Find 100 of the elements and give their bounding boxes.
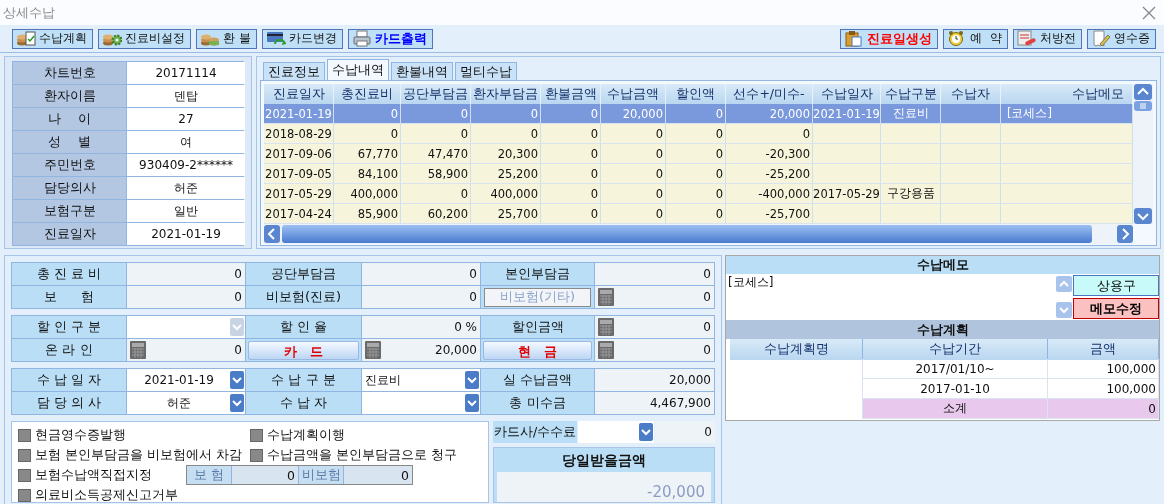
field-label: 수 납 자 <box>246 392 361 414</box>
dropdown[interactable] <box>578 421 654 443</box>
checkbox-label: 현금영수증발행 <box>35 426 126 444</box>
printer-icon <box>351 30 372 47</box>
table-row[interactable]: 2018-08-29 0 0 0 0 0 0 0 <box>264 124 1133 144</box>
payment-button[interactable]: 현 금 <box>483 340 592 360</box>
caret-icon <box>230 371 244 389</box>
field-label: 총 진 료 비 <box>12 263 126 285</box>
field-value: 0 <box>362 286 480 308</box>
checkbox[interactable] <box>18 428 31 442</box>
dropdown[interactable]: 허준 <box>127 392 245 414</box>
toolbar-button[interactable]: 영수증 <box>1087 28 1156 49</box>
field-label: 할인금액 <box>481 316 594 338</box>
card-arrows-icon <box>265 30 286 47</box>
close-icon[interactable] <box>1142 5 1156 20</box>
dropdown[interactable] <box>362 392 480 414</box>
window-title: 상세수납 <box>3 3 55 22</box>
dropdown[interactable]: 2021-01-19 <box>127 369 245 391</box>
field-value: 0 <box>703 320 711 334</box>
field-label: 카드사/수수료 <box>493 421 577 443</box>
field-label: 할 인 율 <box>246 316 361 338</box>
field-value: 0 <box>362 263 480 285</box>
checkbox[interactable] <box>18 468 31 482</box>
field-value: 930409-2****** <box>127 154 245 176</box>
calculator-icon <box>598 341 614 359</box>
column-header[interactable]: 금액 <box>1048 339 1159 360</box>
toolbar-button[interactable]: 카드변경 <box>261 28 343 49</box>
field-value: 0 <box>234 343 242 357</box>
clipboard-icon <box>844 30 865 47</box>
field-label: 진료일자 <box>13 223 126 245</box>
checkbox[interactable] <box>18 488 31 502</box>
field-value: 여 <box>127 131 245 153</box>
dropdown[interactable]: 진료비 <box>362 369 480 391</box>
toolbar-button[interactable]: 수납계획 <box>12 28 93 49</box>
coins-document-icon <box>16 30 36 47</box>
field-label: 비보험 <box>299 466 343 484</box>
toolbar-button[interactable]: 예 약 <box>943 28 1008 49</box>
tab[interactable]: 멀티수납 <box>455 62 517 80</box>
scroll-right-icon <box>1117 225 1133 243</box>
field-label: 보험구분 <box>13 200 126 222</box>
field-label: 차트번호 <box>13 62 126 84</box>
field-value: 4,467,900 <box>595 392 714 414</box>
caret-icon <box>230 394 244 412</box>
memo-field[interactable]: [코세스] <box>726 274 1055 320</box>
field-label: 본인부담금 <box>481 263 594 285</box>
memo-button[interactable]: 상용구 <box>1073 275 1159 296</box>
field-label: 환자이름 <box>13 85 126 107</box>
scroll-up-icon <box>1056 276 1072 292</box>
column-header[interactable]: 수납계획명 <box>730 339 863 360</box>
field-label: 온 라 인 <box>12 339 126 361</box>
scroll-thumb-icon <box>1134 101 1152 111</box>
field-label: 보 험 <box>187 466 231 484</box>
field-label: 성 별 <box>13 131 126 153</box>
tab[interactable]: 진료정보 <box>263 62 325 80</box>
caret-icon <box>639 423 653 441</box>
horizontal-scrollbar[interactable] <box>264 224 1133 244</box>
field-value: 0 <box>655 421 715 443</box>
scroll-up-icon <box>1134 84 1152 100</box>
field-value: 허준 <box>127 177 245 199</box>
button-label: 진료일생성 <box>867 29 933 48</box>
field-label: 총 미수금 <box>481 392 594 414</box>
toolbar-button[interactable]: 카드출력 <box>347 28 433 49</box>
field-value: 0 <box>703 290 711 304</box>
column-header[interactable]: 수납기간 <box>863 339 1048 360</box>
field-value: 20171114 <box>127 62 245 84</box>
scroll-left-icon <box>264 225 280 243</box>
toolbar-button[interactable]: 처방전 <box>1013 28 1082 49</box>
field-label: 나 이 <box>13 108 126 130</box>
table-row[interactable]: 2017-09-06 67,770 47,470 20,300 0 0 0 -20,300 <box>264 144 1133 164</box>
panel-title: 수납메모 <box>726 256 1159 274</box>
tab[interactable]: 환불내역 <box>391 62 453 80</box>
table-row[interactable]: 2017-04-24 85,900 60,200 25,700 0 0 0 -25,700 <box>264 204 1133 224</box>
amount-value: -20,000 <box>497 472 711 502</box>
toolbar-button[interactable]: 환 불 <box>196 28 257 49</box>
table-cell: 100,000 <box>1048 359 1159 379</box>
field-value: 0 <box>127 286 245 308</box>
checkbox[interactable] <box>250 428 263 442</box>
field-label: 담 당 의 사 <box>12 392 126 414</box>
checkbox-label: 의료비소득공제신고거부 <box>35 486 178 504</box>
panel-title: 당일받을금액 <box>561 451 647 470</box>
table-row[interactable]: 2017-09-05 84,100 58,900 25,200 0 0 0 -25,200 <box>264 164 1133 184</box>
scroll-down-icon <box>1056 302 1072 318</box>
payment-button[interactable]: 카 드 <box>248 340 359 360</box>
receipt-pencil-icon <box>1091 30 1111 47</box>
scroll-down-icon <box>1134 208 1152 224</box>
checkbox[interactable] <box>250 448 263 462</box>
field-label: 비보험(기타) <box>484 287 591 307</box>
table-cell: 소계 <box>863 399 1048 419</box>
button-label: 카드출력 <box>374 29 427 48</box>
memo-button[interactable]: 메모수정 <box>1073 298 1159 319</box>
field-value: 0 <box>127 263 245 285</box>
toolbar-button[interactable]: 진료비설정 <box>98 28 191 49</box>
field-label: 공단부담금 <box>246 263 361 285</box>
calculator-icon <box>598 318 614 336</box>
field-label: 실 수납금액 <box>481 369 594 391</box>
tab[interactable]: 수납내역 <box>327 59 389 80</box>
table-cell: 2017/01/10~ <box>863 359 1048 379</box>
vertical-scrollbar[interactable] <box>1133 84 1153 224</box>
checkbox[interactable] <box>18 448 31 462</box>
table-row[interactable]: 2017-05-29 400,000 0 400,000 0 0 0 -400,000 2017-05-29 구강용품 <box>264 184 1133 204</box>
